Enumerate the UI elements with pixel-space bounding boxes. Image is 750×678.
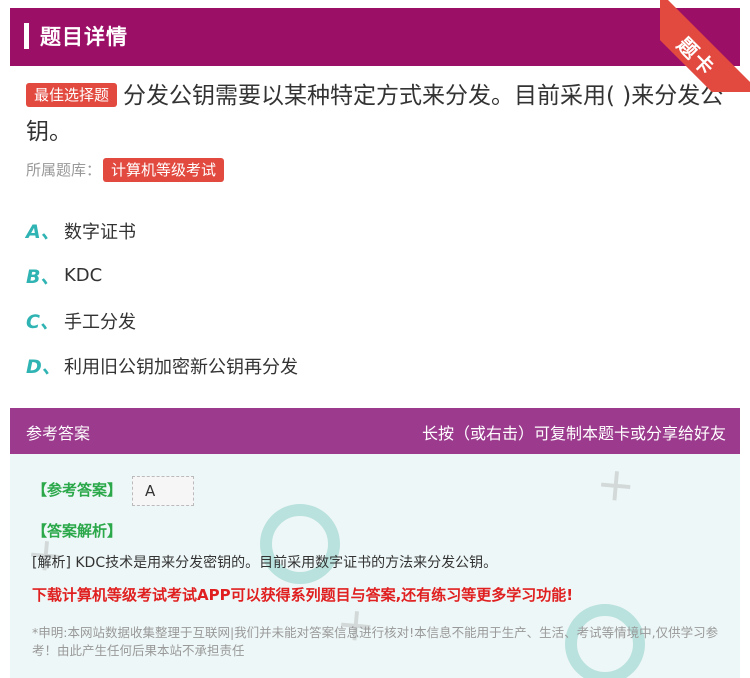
option-a[interactable]: A、 数字证书 xyxy=(26,208,726,253)
header-accent-bar xyxy=(24,23,29,49)
answer-header: 参考答案 长按（或右击）可复制本题卡或分享给好友 xyxy=(10,408,740,454)
question-text: 分发公钥需要以某种特定方式来分发。目前采用( )来分发公钥。 xyxy=(26,83,724,145)
ribbon-label: 题卡 xyxy=(672,32,721,81)
option-b[interactable]: B、 KDC xyxy=(26,253,726,298)
option-letter: A、 xyxy=(26,221,60,243)
watermark-mark: ✕ xyxy=(589,458,645,516)
analysis-text: [解析] KDC技术是用来分发密钥的。目前采用数字证书的方法来分发公钥。 xyxy=(32,555,498,571)
bank-label: 所属题库： xyxy=(26,161,102,179)
question-bank: 所属题库： 计算机等级考试 xyxy=(26,158,225,182)
question-card-ribbon[interactable]: 题卡 xyxy=(660,0,750,92)
bank-tag[interactable]: 计算机等级考试 xyxy=(103,158,225,182)
option-d[interactable]: D、 利用旧公钥加密新公钥再分发 xyxy=(26,343,726,388)
option-text: 利用旧公钥加密新公钥再分发 xyxy=(64,356,298,378)
page-title: 题目详情 xyxy=(40,25,128,49)
option-text: 手工分发 xyxy=(64,311,136,333)
option-letter: C、 xyxy=(26,311,59,333)
option-c[interactable]: C、 手工分发 xyxy=(26,298,726,343)
answer-value: A xyxy=(132,476,194,506)
answer-body: ✕ ✕ ✕ 【参考答案】 A 【答案解析】 [解析] KDC技术是用来分发密钥的… xyxy=(10,454,740,678)
answer-section-title: 参考答案 xyxy=(26,424,91,443)
option-letter: D、 xyxy=(26,356,61,378)
answer-label: 【参考答案】 xyxy=(32,481,123,499)
detail-header: 题目详情 xyxy=(10,8,740,66)
analysis-label: 【答案解析】 xyxy=(32,522,123,540)
option-text: KDC xyxy=(64,265,103,286)
option-letter: B、 xyxy=(26,266,60,288)
question-stem: 最佳选择题 分发公钥需要以某种特定方式来分发。目前采用( )来分发公钥。 xyxy=(26,78,726,150)
question-type-badge: 最佳选择题 xyxy=(26,83,118,107)
option-text: 数字证书 xyxy=(64,221,136,243)
download-app-link[interactable]: 下载计算机等级考试考试APP可以获得系列题目与答案,还有练习等更多学习功能! xyxy=(32,584,573,605)
share-hint: 长按（或右击）可复制本题卡或分享给好友 xyxy=(421,424,726,443)
watermark-logo xyxy=(260,504,340,584)
disclaimer: *申明:本网站数据收集整理于互联网|我们并未能对答案信息进行核对!本信息不能用于… xyxy=(32,625,719,658)
options-list: A、 数字证书 B、 KDC C、 手工分发 D、 利用旧公钥加密新公钥再分发 xyxy=(26,208,726,388)
